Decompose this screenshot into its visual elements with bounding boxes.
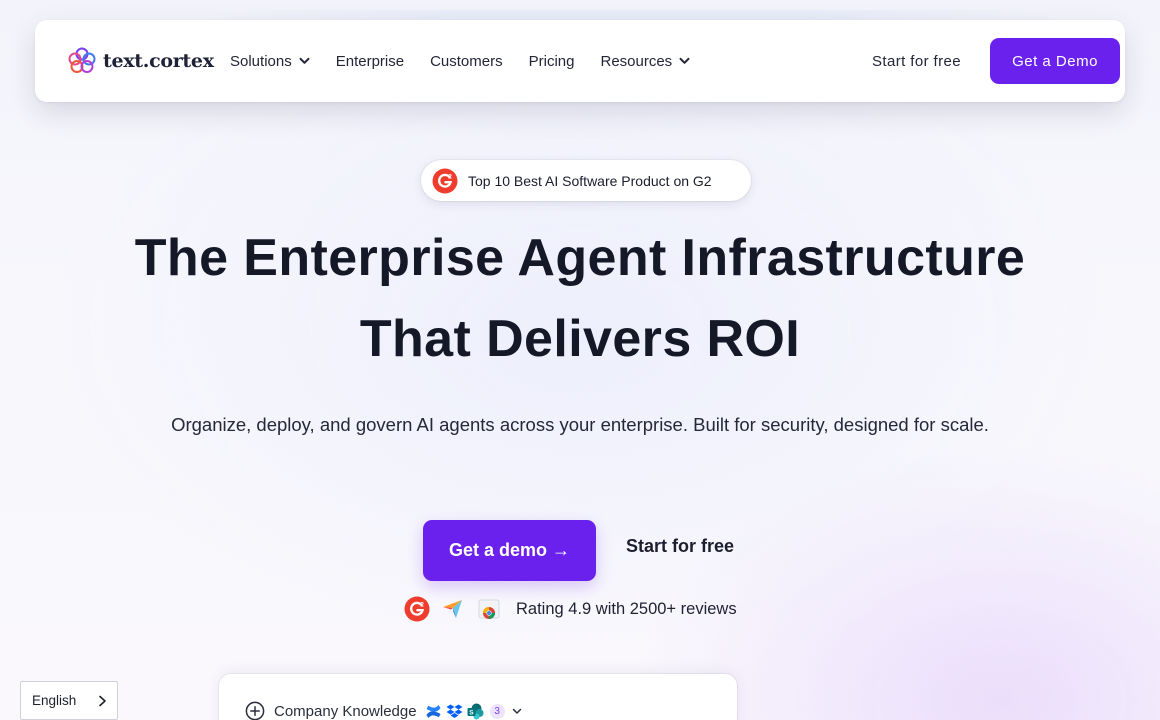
rating-row: 2 Rating 4.9 with 2500+ reviews (404, 596, 737, 622)
company-knowledge-label: Company Knowledge (274, 702, 417, 720)
sharepoint-icon: S (467, 703, 484, 719)
company-knowledge-selector[interactable]: Company Knowledge S 3 (245, 701, 522, 720)
nav-item-label: Customers (430, 52, 503, 70)
logo-text: text.cortex (103, 50, 214, 72)
capterra-icon (443, 600, 462, 618)
chevron-down-icon[interactable] (512, 708, 522, 715)
nav-actions: Start for free Get a Demo (872, 38, 1120, 84)
start-for-free-link[interactable]: Start for free (872, 53, 961, 70)
dropbox-icon (446, 704, 463, 718)
chevron-down-icon (679, 57, 690, 64)
hero-headline-line2: That Delivers ROI (359, 310, 801, 368)
svg-text:S: S (469, 709, 474, 716)
nav-item-label: Enterprise (335, 52, 405, 70)
nav-item-resources[interactable]: Resources (600, 53, 690, 70)
badge-text: Top 10 Best AI Software Product on G2 (468, 172, 712, 189)
plus-circle-icon[interactable] (245, 701, 265, 720)
nav-links: Solutions Enterprise Customers Pricing R… (230, 20, 716, 102)
nav-item-label: Solutions (230, 52, 292, 70)
g2-icon: 2 (432, 168, 458, 193)
nav-item-solutions[interactable]: Solutions (230, 53, 310, 70)
logo[interactable]: text.cortex (67, 47, 214, 75)
hero-headline-line1: The Enterprise Agent Infrastructure (134, 229, 1026, 287)
nav-item-pricing[interactable]: Pricing (529, 53, 575, 70)
language-selector[interactable]: English (20, 681, 118, 720)
textcortex-logo-icon (68, 47, 96, 73)
hero-get-a-demo-button[interactable]: Get a demo → (423, 520, 596, 581)
svg-text:2: 2 (420, 601, 424, 608)
svg-text:2: 2 (448, 173, 452, 180)
chevron-down-icon (299, 57, 310, 64)
chevron-right-icon (99, 695, 106, 706)
hero-start-for-free-link[interactable]: Start for free (626, 536, 734, 557)
chrome-store-icon (478, 599, 500, 619)
nav-item-label: Pricing (528, 52, 575, 70)
nav-item-enterprise[interactable]: Enterprise (336, 53, 404, 70)
language-selected: English (32, 693, 77, 708)
nav-item-label: Resources (600, 52, 673, 70)
hero-headline: The Enterprise Agent Infrastructure That… (0, 218, 1160, 380)
g2-award-badge[interactable]: 2 Top 10 Best AI Software Product on G2 (421, 160, 751, 201)
g2-icon: 2 (404, 596, 430, 622)
product-preview-card: Company Knowledge S 3 (219, 674, 737, 720)
navbar: text.cortex Solutions Enterprise Custome… (35, 20, 1125, 102)
nav-item-customers[interactable]: Customers (430, 53, 503, 70)
confluence-icon (426, 704, 441, 718)
integration-icons: S (425, 703, 484, 720)
integration-count-badge: 3 (489, 703, 505, 719)
hero-subtext: Organize, deploy, and govern AI agents a… (171, 414, 989, 435)
rating-text: Rating 4.9 with 2500+ reviews (516, 599, 737, 618)
get-a-demo-button[interactable]: Get a Demo (990, 38, 1120, 84)
